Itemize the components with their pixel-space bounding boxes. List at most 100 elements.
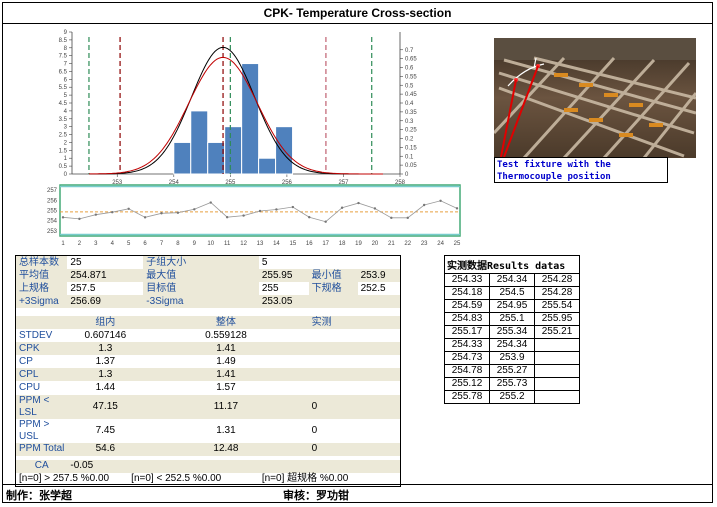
results-cell [534, 338, 580, 352]
run-chart-x-tick-label: 5 [127, 241, 131, 247]
run-chart-point [373, 207, 377, 210]
cpk-overall: 1.41 [216, 342, 236, 354]
cpl-overall: 1.41 [216, 368, 236, 380]
run-chart-point [439, 199, 442, 203]
histogram-right-tick-label: 0.25 [405, 128, 417, 134]
cp-label: CP [19, 355, 33, 367]
run-chart-point [225, 216, 229, 219]
cpu-label: CPU [19, 381, 41, 393]
cpk-within: 1.3 [98, 342, 113, 354]
run-chart-x-tick-label: 3 [94, 241, 98, 247]
ppm-total-within: 54.6 [95, 443, 116, 455]
actual-column-header: 实测 [311, 316, 332, 328]
run-chart-x-tick-label: 19 [355, 241, 362, 247]
run-chart-point [324, 220, 327, 223]
results-cell: 255.21 [534, 325, 580, 339]
run-chart-y-tick-label: 257 [47, 188, 58, 194]
histogram-left-tick-label: 2 [64, 140, 68, 146]
results-cell: 254.18 [444, 286, 490, 300]
run-chart-y-tick-label: 255 [47, 209, 58, 215]
run-chart-x-tick-label: 12 [240, 241, 247, 247]
results-row: 254.33 254.34 254.28 [444, 273, 580, 287]
run-chart-point [308, 216, 311, 219]
cpk-actual [309, 342, 401, 355]
under-lsl-count: [n=0] < 252.5 %0.00 [131, 473, 222, 485]
ppm-usl-overall: 1.31 [216, 424, 236, 436]
run-chart-point [111, 211, 114, 214]
results-cell: 254.5 [489, 286, 535, 300]
histogram-right-tick-label: 0.7 [405, 48, 414, 54]
results-cell: 254.83 [444, 312, 490, 326]
run-chart-y-tick-label: 253 [47, 229, 58, 235]
run-chart-x-tick-label: 14 [273, 241, 280, 247]
results-row: 254.83 255.1 255.95 [444, 312, 580, 326]
run-chart-x-tick-label: 23 [421, 241, 428, 247]
cpu-within: 1.44 [95, 381, 116, 393]
stdev-within: 0.607146 [84, 329, 127, 341]
run-chart-point [340, 206, 344, 209]
run-chart: 2532542552562571 2 3 4 5 6 7 8 9 10 11 12 13 14 15 16 17… [47, 184, 461, 247]
run-chart-point [291, 205, 295, 209]
ppm-lsl-overall: 11.17 [213, 400, 239, 412]
histogram-left-tick-label: 0 [64, 172, 68, 178]
histogram-left-tick-label: 8.5 [59, 38, 68, 44]
lsl-value: 252.5 [360, 282, 386, 294]
maker-label: 制作：张学超 [6, 490, 72, 502]
report-title: CPK- Temperature Cross-section [3, 3, 712, 24]
histogram-right-tick-label: 0.1 [405, 154, 414, 160]
target-label: 目标值 [143, 282, 259, 296]
ppm-usl-label: PPM > USL [19, 418, 50, 442]
results-cell: 253.9 [489, 351, 535, 365]
run-chart-x-tick-label: 6 [143, 241, 147, 247]
run-chart-point [127, 207, 130, 210]
within-column-header: 组内 [95, 316, 116, 328]
histogram-left-tick-label: 6.5 [59, 69, 68, 75]
ppm-usl-within: 7.45 [95, 424, 116, 436]
mean-label: 平均值 [19, 269, 49, 281]
run-chart-x-tick-label: 16 [306, 241, 313, 247]
ppm-lsl-label: PPM < LSL [19, 394, 50, 418]
cpu-overall: 1.57 [216, 381, 236, 393]
run-chart-x-tick-label: 24 [437, 241, 444, 247]
results-cell: 255.34 [489, 325, 535, 339]
cp-actual [309, 355, 401, 368]
cpk-label: CPK [19, 342, 40, 354]
photo-caption: Test fixture with the Thermocouple posit… [494, 157, 668, 183]
histogram-left-tick-label: 5.5 [59, 85, 68, 91]
cp-within: 1.37 [95, 355, 116, 367]
run-chart-point [160, 212, 163, 215]
results-cell: 254.33 [444, 273, 490, 287]
results-cell: 255.27 [489, 364, 535, 378]
cpl-label: CPL [19, 368, 39, 380]
run-chart-y-tick-label: 254 [47, 219, 58, 225]
results-row: 254.33 254.34 [444, 338, 580, 352]
histogram-left-tick-label: 5 [64, 93, 68, 99]
histogram-left-tick-label: 7 [64, 62, 68, 68]
histogram-left-tick-label: 1 [64, 156, 68, 162]
over-usl-count: [n=0] > 257.5 %0.00 [19, 473, 110, 485]
results-row: 255.17 255.34 255.21 [444, 325, 580, 339]
min-label: 最小值 [311, 269, 342, 281]
reviewer-label: 审核：罗功钳 [283, 490, 349, 502]
run-chart-x-tick-label: 9 [193, 241, 197, 247]
results-cell: 255.1 [489, 312, 535, 326]
run-chart-point [422, 203, 426, 207]
results-cell: 254.73 [444, 351, 490, 365]
fixture-photo [494, 38, 696, 158]
results-header: 实测数据Results datas [447, 261, 566, 272]
sample-count-value: 25 [70, 256, 82, 268]
run-chart-x-tick-label: 7 [160, 241, 164, 247]
statistics-table: 总样本数 25 子组大小 5 平均值 254.871 最大值 255.95 最小… [15, 255, 401, 487]
run-chart-x-tick-label: 1 [61, 241, 65, 247]
ppm-lsl-within: 47.15 [92, 400, 118, 412]
results-row: 255.12 255.73 [444, 377, 580, 391]
run-chart-point [94, 213, 98, 216]
results-cell: 255.78 [444, 390, 490, 404]
results-row: 254.73 253.9 [444, 351, 580, 365]
histogram-right-tick-label: 0.2 [405, 137, 414, 143]
histogram-right-tick-label: 0.15 [405, 145, 417, 151]
histogram-right-tick-label: 0.4 [405, 101, 414, 107]
sample-count-label: 总样本数 [15, 255, 68, 270]
results-cell: 255.95 [534, 312, 580, 326]
stdev-label: STDEV [19, 329, 53, 341]
